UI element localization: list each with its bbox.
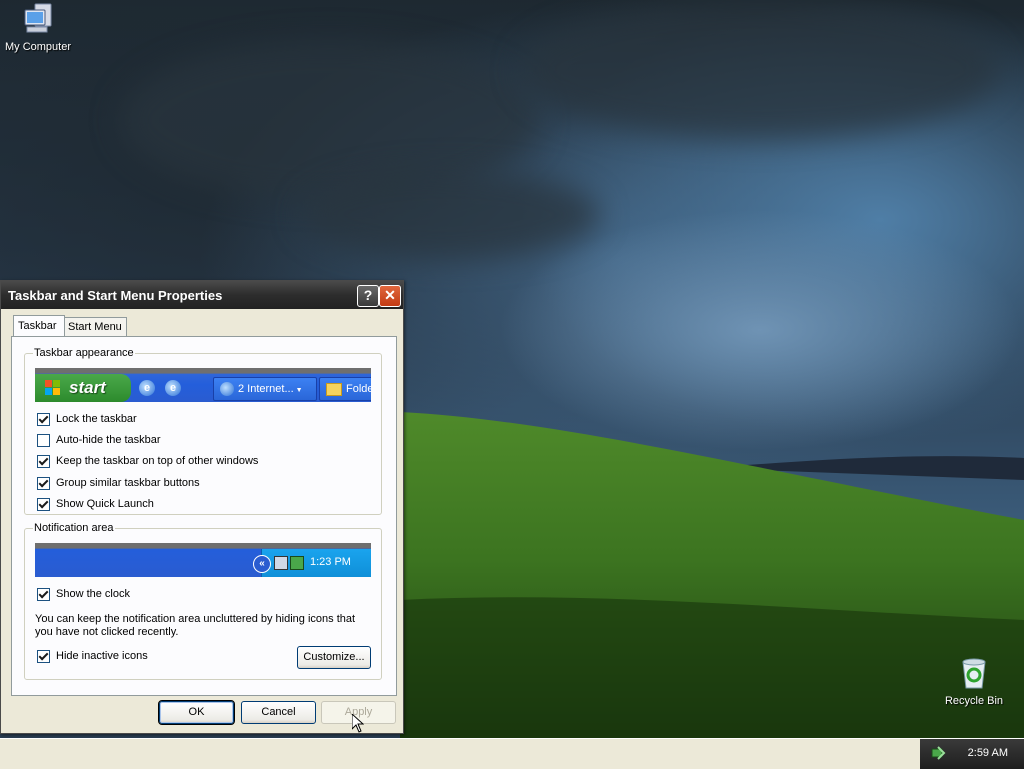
recycle-bin-shortcut[interactable]: Recycle Bin (936, 656, 1012, 707)
tab-taskbar[interactable]: Taskbar (13, 315, 65, 336)
close-button[interactable]: ✕ (379, 285, 401, 307)
recycle-bin-icon (962, 658, 986, 689)
my-computer-label: My Computer (4, 41, 72, 53)
preview-tray: « 1:23 PM (253, 549, 371, 577)
mouse-cursor-icon (352, 714, 364, 733)
show-clock-checkbox[interactable] (37, 587, 50, 601)
lock-taskbar-checkbox[interactable] (37, 412, 50, 426)
cancel-button[interactable]: Cancel (241, 701, 316, 724)
auto-hide-label: Auto-hide the taskbar (56, 434, 161, 447)
auto-hide-option[interactable]: Auto-hide the taskbar (37, 433, 161, 447)
safely-remove-hardware-icon[interactable] (930, 745, 946, 761)
group-buttons-checkbox[interactable] (37, 476, 50, 490)
taskbar-appearance-group: Taskbar appearance start e e 2 Internet.… (24, 347, 382, 515)
dropdown-arrow-icon: ▼ (295, 387, 303, 394)
system-tray: 2:59 AM (920, 739, 1024, 769)
preview-task-label: 2 Internet... (238, 383, 294, 395)
taskbar: 2:59 AM (0, 738, 1024, 769)
hide-inactive-option[interactable]: Hide inactive icons (37, 649, 148, 663)
group-buttons-option[interactable]: Group similar taskbar buttons (37, 476, 200, 490)
tab-start-menu[interactable]: Start Menu (63, 317, 127, 336)
folder-icon (326, 382, 342, 396)
notification-area-group: Notification area « 1:23 PM Show the clo… (24, 522, 382, 680)
lock-taskbar-label: Lock the taskbar (56, 413, 137, 426)
keep-on-top-checkbox[interactable] (37, 454, 50, 468)
chevron-left-icon: « (253, 555, 271, 573)
auto-hide-checkbox[interactable] (37, 433, 50, 447)
keep-on-top-option[interactable]: Keep the taskbar on top of other windows (37, 454, 258, 468)
quick-launch-label: Show Quick Launch (56, 498, 154, 511)
taskbar-properties-dialog: Taskbar and Start Menu Properties ? ✕ Ta… (0, 280, 404, 734)
preview-start-label: start (69, 378, 106, 397)
show-clock-label: Show the clock (56, 588, 130, 601)
ie-icon (220, 382, 234, 397)
lock-taskbar-option[interactable]: Lock the taskbar (37, 412, 137, 426)
preview-task-label: Folde (346, 383, 371, 395)
my-computer-icon (24, 3, 52, 33)
show-clock-option[interactable]: Show the clock (37, 587, 130, 601)
recycle-bin-label: Recycle Bin (944, 695, 1004, 707)
taskbar-clock[interactable]: 2:59 AM (968, 747, 1008, 759)
ie-quicklaunch-icon: e (165, 380, 181, 396)
preview-clock: 1:23 PM (310, 556, 351, 568)
keep-on-top-label: Keep the taskbar on top of other windows (56, 455, 259, 468)
group-buttons-label: Group similar taskbar buttons (56, 477, 200, 490)
hide-inactive-checkbox[interactable] (37, 649, 50, 663)
safely-remove-icon (290, 556, 304, 570)
notification-description: You can keep the notification area unclu… (35, 613, 356, 638)
notification-preview: « 1:23 PM (35, 543, 371, 577)
taskbar-tab-panel: Taskbar appearance start e e 2 Internet.… (11, 336, 397, 696)
hide-inactive-label: Hide inactive icons (56, 650, 148, 663)
ie-quicklaunch-icon: e (139, 380, 155, 396)
taskbar-preview: start e e 2 Internet... ▼ Folde (35, 368, 371, 402)
preview-task-button: Folde (319, 377, 371, 401)
customize-button[interactable]: Customize... (297, 646, 371, 669)
preview-task-button: 2 Internet... ▼ (213, 377, 317, 401)
dialog-title: Taskbar and Start Menu Properties (8, 288, 223, 303)
my-computer-shortcut[interactable]: My Computer (0, 2, 76, 53)
help-button[interactable]: ? (357, 285, 379, 307)
notification-area-label: Notification area (33, 522, 115, 534)
dialog-title-bar[interactable]: Taskbar and Start Menu Properties ? ✕ (1, 281, 403, 309)
windows-flag-icon (45, 380, 60, 395)
preview-start-button: start (35, 374, 131, 402)
quick-launch-checkbox[interactable] (37, 497, 50, 511)
taskbar-appearance-label: Taskbar appearance (33, 347, 135, 359)
ok-button[interactable]: OK (158, 700, 235, 725)
network-icon (274, 556, 288, 570)
quick-launch-option[interactable]: Show Quick Launch (37, 497, 154, 511)
